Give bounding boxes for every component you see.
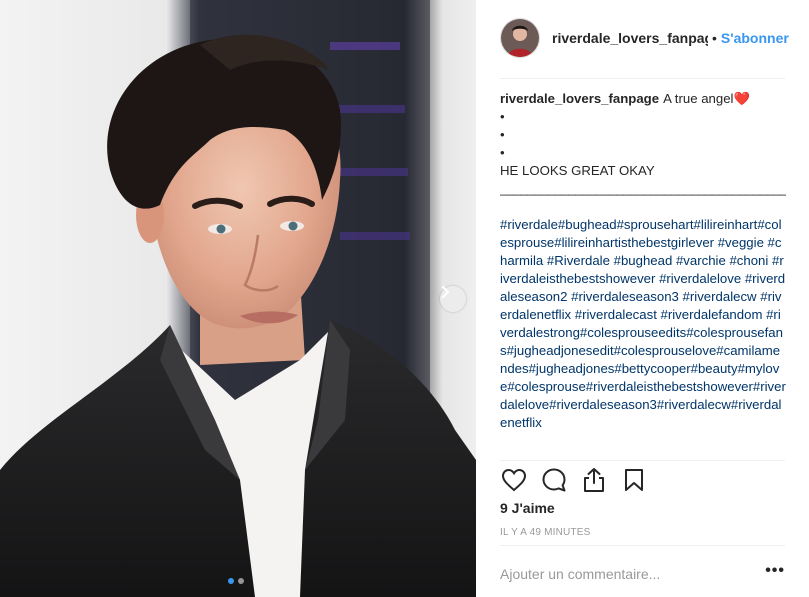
carousel-dot [228,578,234,584]
header-separator: • [712,30,717,46]
caption-shout: HE LOOKS GREAT OKAY [500,163,655,178]
comment-icon [542,468,566,492]
likes-count[interactable]: 9 J'aime [500,500,555,516]
heart-icon [501,468,527,492]
hashtags[interactable]: #riverdale#bughead#sprousehart#lilireinh… [500,216,786,432]
bookmark-icon [625,469,643,491]
portrait-image [0,0,476,597]
share-icon [584,468,604,492]
action-bar [498,464,789,496]
carousel-indicator [228,578,244,584]
post-photo[interactable] [0,0,476,597]
post-header: riverdale_lovers_fanpage • S'abonner [500,18,809,58]
comment-input[interactable]: Ajouter un commentaire... [500,566,660,582]
chevron-right-icon [441,286,450,298]
divider [500,545,785,546]
avatar-image [501,19,539,57]
carousel-next-button[interactable] [440,286,466,312]
share-button[interactable] [578,464,610,496]
divider [500,460,785,461]
like-button[interactable] [498,464,530,496]
caption-divider: ________________________________________… [500,181,786,196]
save-button[interactable] [618,464,650,496]
more-options-button[interactable]: ••• [765,562,785,580]
caption-bullet: • [500,109,505,124]
carousel-dot [238,578,244,584]
divider [500,78,785,79]
caption-text: A true angel [663,91,734,106]
post-sidebar: riverdale_lovers_fanpage • S'abonner riv… [476,0,809,597]
post-timestamp[interactable]: IL Y A 49 MINUTES [500,527,590,538]
caption-bullet: • [500,127,505,142]
follow-button[interactable]: S'abonner [721,30,789,46]
caption-username[interactable]: riverdale_lovers_fanpage [500,91,659,106]
comment-button[interactable] [538,464,570,496]
caption-bullet: • [500,145,505,160]
caption: riverdale_lovers_fanpage A true angel❤️ •… [500,90,786,462]
heart-emoji: ❤️ [733,91,750,106]
post-username[interactable]: riverdale_lovers_fanpage [552,30,708,46]
avatar[interactable] [500,18,540,58]
